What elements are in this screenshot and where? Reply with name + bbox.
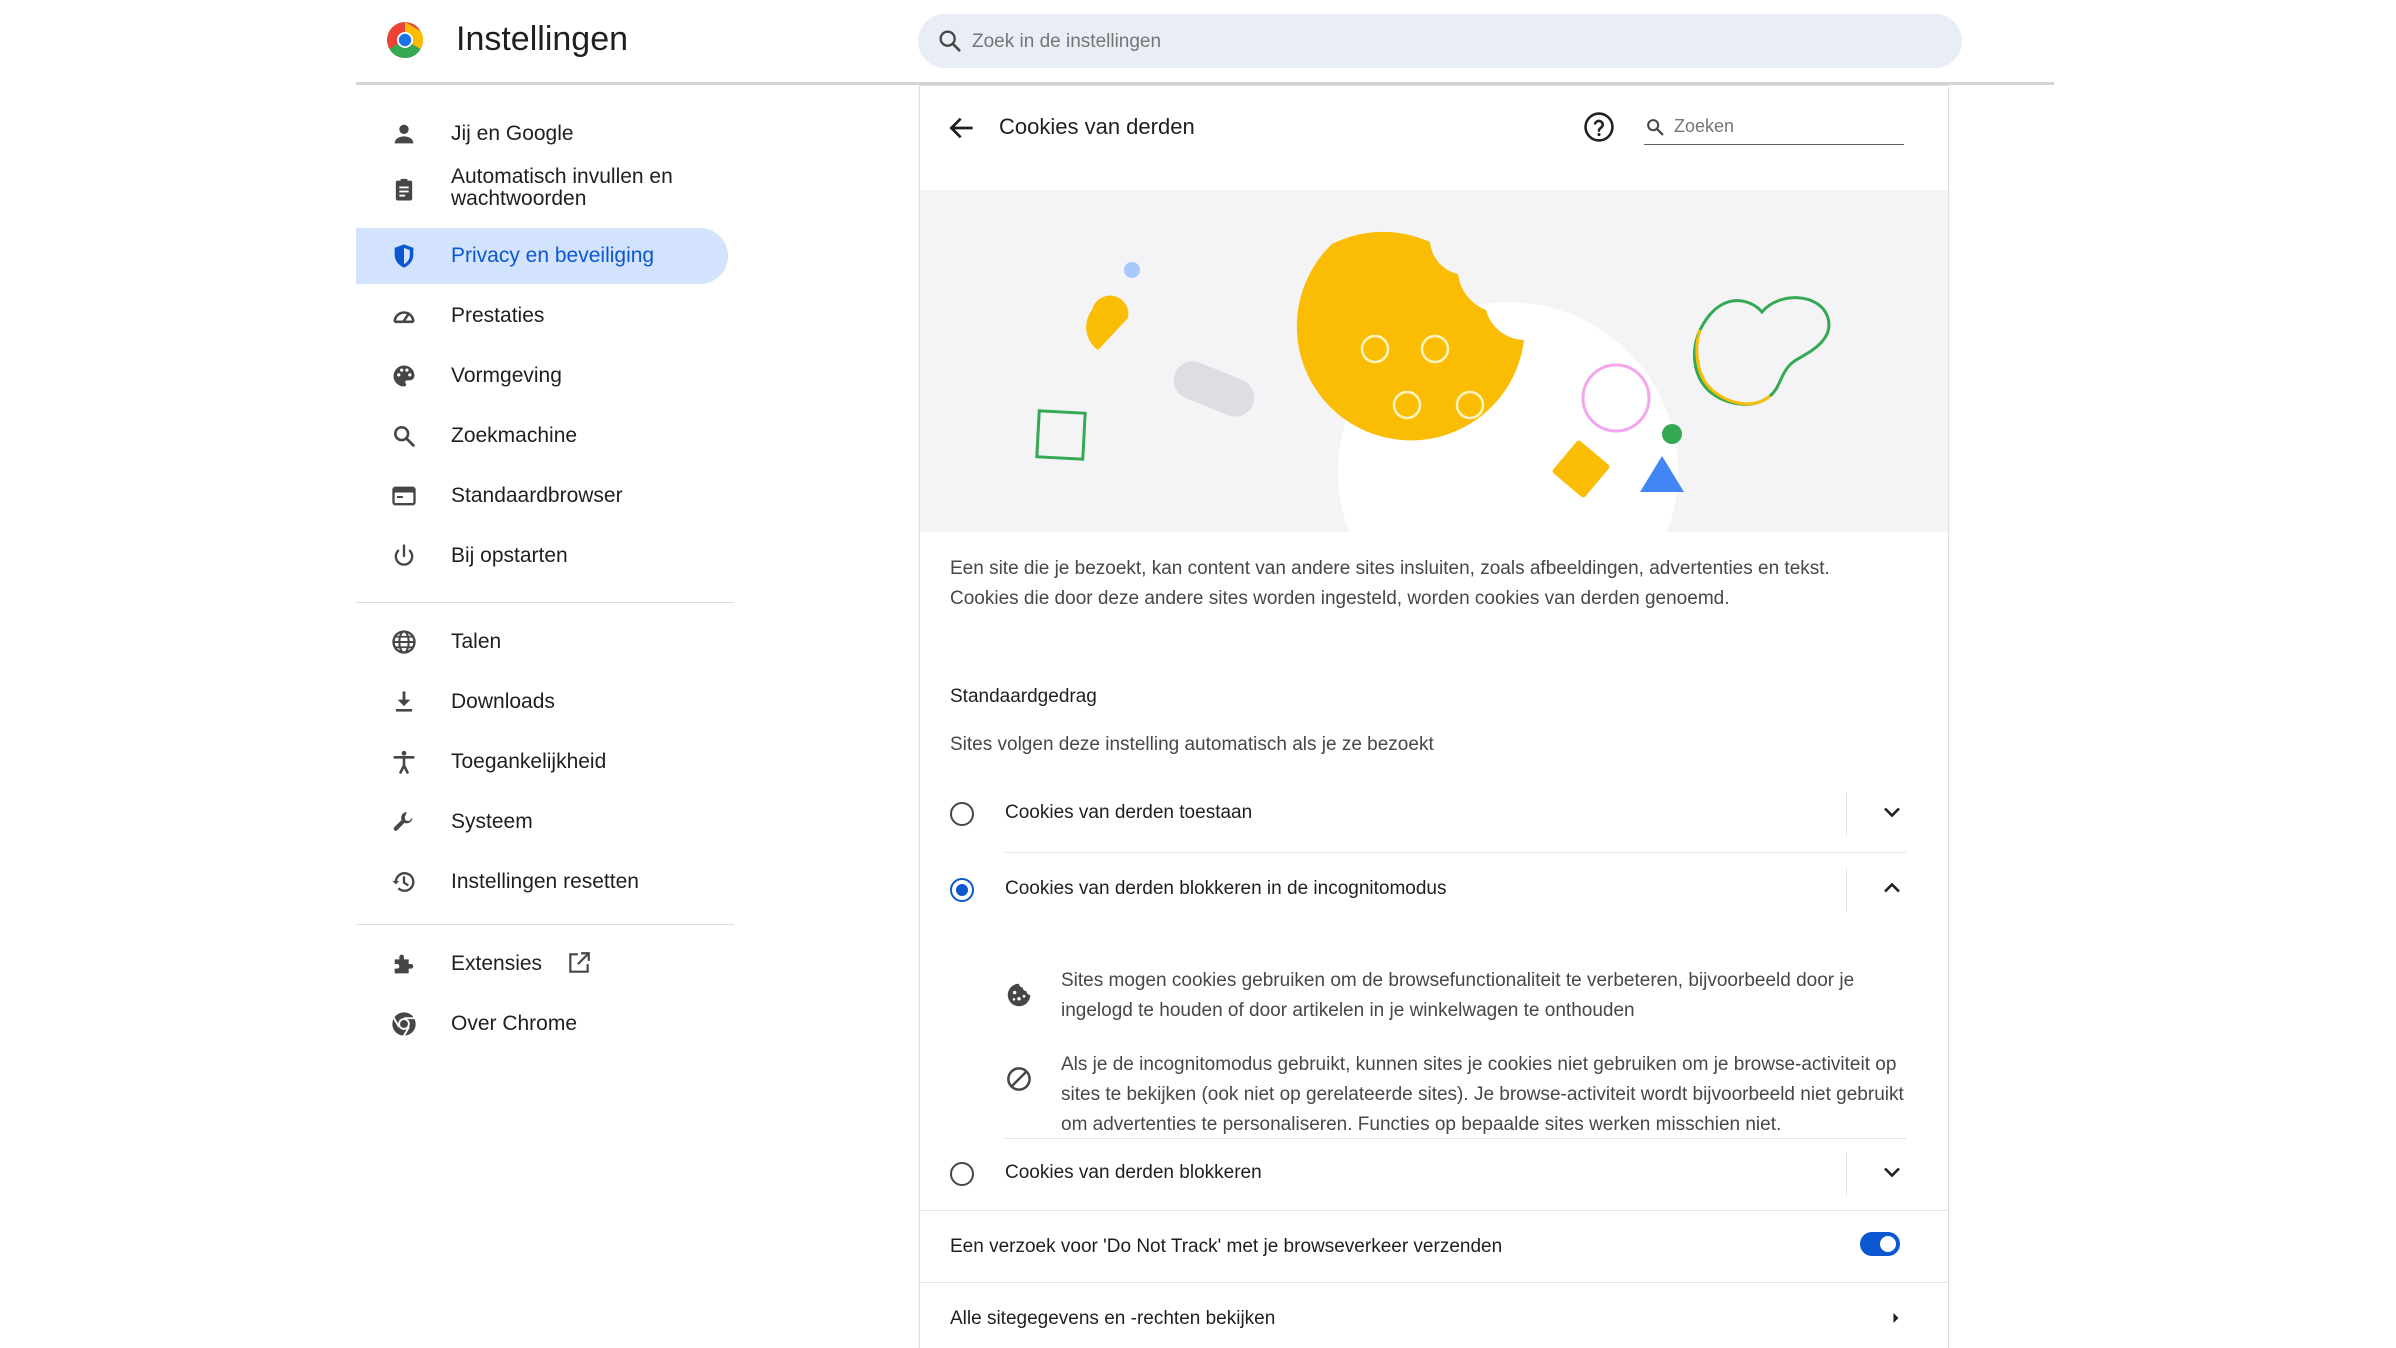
description-line-2: Cookies die door deze andere sites worde… (950, 588, 1730, 609)
do-not-track-label: Een verzoek voor 'Do Not Track' met je b… (950, 1236, 1503, 1257)
sidebar-item-label: Instellingen resetten (451, 870, 639, 893)
divider (920, 1282, 1948, 1283)
sidebar-item-label: Vormgeving (451, 364, 562, 387)
sidebar-item-label: Automatisch invullen en wachtwoorden (451, 165, 673, 210)
radio-button-selected[interactable] (950, 878, 974, 902)
option-block-in-incognito[interactable]: Cookies van derden blokkeren in de incog… (920, 854, 1948, 926)
chevron-down-icon[interactable] (1878, 798, 1906, 826)
header-divider (356, 82, 2054, 85)
shield-icon (394, 244, 414, 268)
sidebar-item-label: Bij opstarten (451, 544, 568, 567)
person-icon (394, 124, 414, 144)
option-label: Cookies van derden blokkeren in de incog… (1005, 878, 1447, 899)
chrome-icon (392, 1012, 416, 1037)
sidebar-item-label: Toegankelijkheid (451, 750, 607, 773)
sidebar-item-label: Jij en Google (451, 122, 574, 145)
speedometer-icon (393, 311, 415, 324)
settings-search-input[interactable] (970, 24, 1874, 60)
sidebar-divider (356, 602, 734, 603)
radio-button[interactable] (950, 1162, 974, 1186)
search-icon (939, 30, 961, 52)
download-icon (395, 691, 413, 712)
cookie-illustration (920, 190, 1948, 532)
settings-search[interactable] (918, 14, 1962, 68)
sidebar-item-label: Extensies (451, 952, 543, 975)
cookie-icon (1007, 983, 1031, 1007)
sidebar-item-you-and-google[interactable]: Jij en Google (356, 106, 728, 162)
sidebar-item-about-chrome[interactable]: Over Chrome (356, 996, 728, 1052)
site-data-link-row[interactable]: Alle sitegegevens en -rechten bekijken (920, 1284, 1948, 1348)
option-block-third-party[interactable]: Cookies van derden blokkeren (920, 1138, 1948, 1210)
detail-text-incognito: Als je de incognitomodus gebruikt, kunne… (1061, 1054, 1904, 1135)
block-icon (1007, 1067, 1031, 1091)
browser-window-icon (392, 486, 416, 506)
arrow-right-icon (1893, 1313, 1899, 1323)
description-line-1: Een site die je bezoekt, kan content van… (950, 558, 1830, 579)
sidebar-item-downloads[interactable]: Downloads (356, 674, 728, 730)
sidebar-item-languages[interactable]: Talen (356, 614, 728, 670)
toggle-knob (1880, 1236, 1896, 1252)
search-icon (1647, 119, 1664, 136)
do-not-track-row[interactable]: Een verzoek voor 'Do Not Track' met je b… (920, 1210, 1948, 1282)
sidebar-item-label: Over Chrome (451, 1012, 578, 1035)
sidebar-item-label: Systeem (451, 810, 533, 833)
option-label: Cookies van derden blokkeren (1005, 1162, 1262, 1183)
page-description: Een site die je bezoekt, kan content van… (950, 554, 1910, 614)
sidebar-divider (356, 924, 734, 925)
site-data-link-label: Alle sitegegevens en -rechten bekijken (950, 1308, 1276, 1329)
sidebar-item-label: Downloads (451, 690, 555, 713)
sidebar-item-label: Privacy en beveiliging (451, 244, 655, 267)
sidebar-item-search-engine[interactable]: Zoekmachine (356, 408, 728, 464)
sidebar-item-privacy[interactable]: Privacy en beveiliging (356, 228, 728, 284)
option-allow-third-party[interactable]: Cookies van derden toestaan (920, 778, 1948, 850)
clipboard-icon (395, 178, 413, 201)
palette-icon (393, 365, 415, 387)
section-subtitle: Sites volgen deze instelling automatisch… (950, 734, 1434, 755)
puzzle-icon (394, 954, 414, 974)
chrome-logo (387, 22, 424, 59)
option-label: Cookies van derden toestaan (1005, 802, 1253, 823)
history-icon (392, 872, 415, 892)
row-divider (1846, 868, 1847, 912)
help-icon[interactable] (1582, 110, 1616, 144)
row-divider (1846, 792, 1847, 836)
sidebar-item-appearance[interactable]: Vormgeving (356, 348, 728, 404)
power-icon (394, 544, 414, 566)
detail-text-cookies: Sites mogen cookies gebruiken om de brow… (1061, 970, 1855, 1021)
chevron-down-icon[interactable] (1878, 1158, 1906, 1186)
chevron-up-icon[interactable] (1878, 874, 1906, 902)
external-link-icon[interactable] (566, 950, 592, 976)
radio-button[interactable] (950, 802, 974, 826)
back-arrow-icon[interactable] (946, 112, 978, 144)
section-title: Standaardgedrag (950, 686, 1097, 707)
globe-icon (392, 630, 416, 654)
search-icon (393, 425, 415, 447)
divider (1005, 852, 1906, 853)
sidebar-item-on-startup[interactable]: Bij opstarten (356, 528, 728, 584)
page-title: Cookies van derden (999, 114, 1195, 139)
do-not-track-toggle[interactable] (1860, 1232, 1900, 1256)
wrench-icon (393, 812, 413, 831)
sidebar-item-accessibility[interactable]: Toegankelijkheid (356, 734, 728, 790)
app-title: Instellingen (456, 20, 629, 58)
row-divider (1846, 1152, 1847, 1196)
accessibility-icon (393, 750, 415, 774)
sidebar-item-label: Zoekmachine (451, 424, 578, 447)
sidebar-item-reset[interactable]: Instellingen resetten (356, 854, 728, 910)
app-header: Instellingen (0, 0, 2396, 86)
sidebar-item-label: Prestaties (451, 304, 545, 327)
sidebar-item-default-browser[interactable]: Standaardbrowser (356, 468, 728, 524)
sidebar-item-autofill[interactable]: Automatisch invullen en wachtwoorden (356, 162, 728, 218)
sidebar-item-label: Talen (451, 630, 502, 653)
page-search-input[interactable] (1672, 112, 1896, 140)
sidebar-item-extensions[interactable]: Extensies (356, 936, 728, 992)
settings-content-card: Cookies van derden Een site die je bezoe… (920, 86, 1948, 1348)
sidebar-item-system[interactable]: Systeem (356, 794, 728, 850)
sidebar-item-performance[interactable]: Prestaties (356, 288, 728, 344)
sidebar-item-label: Standaardbrowser (451, 484, 623, 507)
page-search[interactable] (1644, 108, 1904, 145)
